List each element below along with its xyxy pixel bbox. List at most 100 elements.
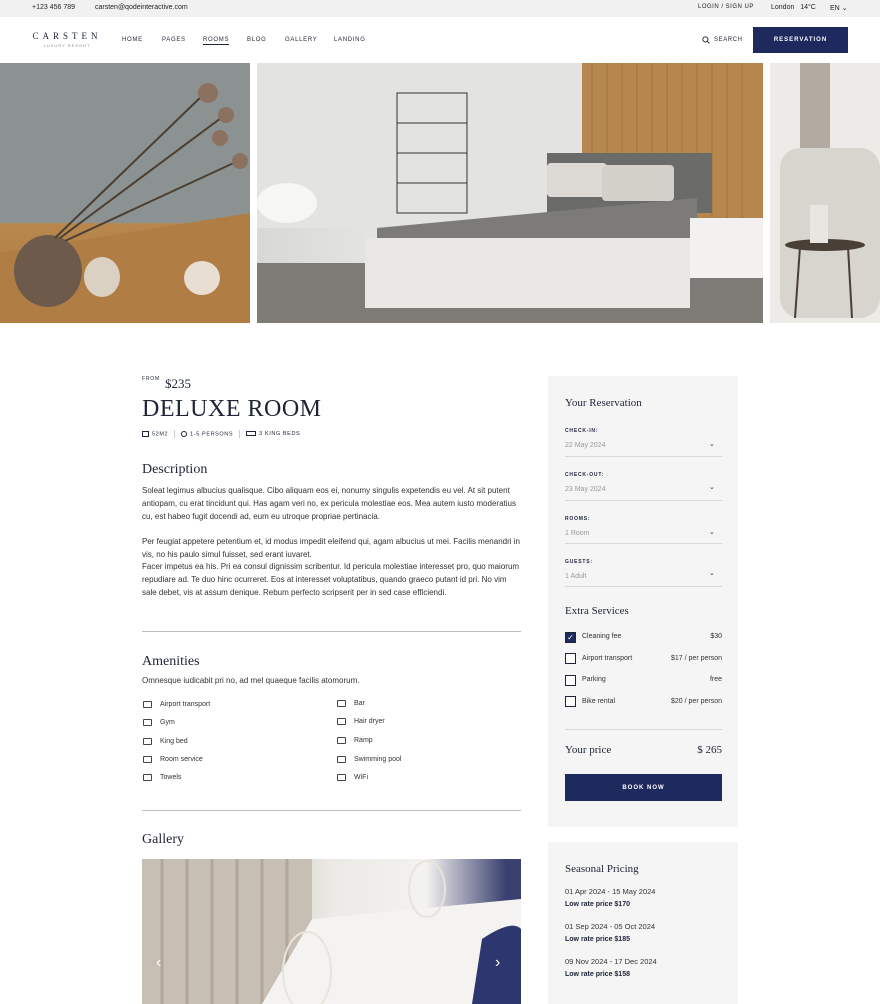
- guests-label: GUESTS:: [565, 559, 593, 565]
- rooms-label: ROOMS:: [565, 516, 591, 522]
- room-beds-label: 3 KING BEDS: [259, 431, 301, 437]
- hero-image-vase: [0, 63, 250, 323]
- room-persons-label: 1-5 PERSONS: [190, 431, 234, 438]
- your-price-label: Your price: [565, 744, 612, 756]
- nav-item-landing[interactable]: LANDING: [334, 37, 366, 43]
- amenity-label: Swimming pool: [354, 756, 402, 763]
- nav-item-pages[interactable]: PAGES: [162, 37, 186, 43]
- description-paragraph-3: Facer impetus ea his. Pri ea consul dign…: [142, 562, 520, 597]
- amenity-label: WiFi: [354, 774, 368, 781]
- hero-image-armchair: [770, 63, 880, 323]
- amenity-label: Bar: [354, 700, 365, 707]
- season-rate: Low rate price $170: [565, 901, 630, 908]
- field-underline: [565, 543, 722, 544]
- email-link[interactable]: carsten@qodeinteractive.com: [95, 4, 188, 11]
- gallery-prev-arrow-icon[interactable]: ‹: [156, 954, 161, 972]
- amenity-label: King bed: [160, 738, 188, 745]
- king-bed-icon: [143, 738, 152, 745]
- room-persons: 1-5 PERSONS: [181, 430, 234, 438]
- description-paragraph-1: Soleat legimus albucius qualisque. Cibo …: [142, 486, 516, 521]
- service-label: Airport transport: [582, 655, 633, 662]
- book-now-button[interactable]: BOOK NOW: [565, 774, 722, 801]
- main-header: CARSTEN LUXURY RESORT HOME PAGES ROOMS B…: [0, 17, 880, 63]
- chevron-down-icon[interactable]: ⌄: [709, 483, 715, 491]
- reservation-title: Your Reservation: [565, 397, 642, 409]
- checkin-field[interactable]: 22 May 2024: [565, 442, 605, 449]
- section-divider: [142, 810, 521, 811]
- chevron-down-icon[interactable]: ⌄: [709, 528, 715, 536]
- gallery-next-arrow-icon[interactable]: ›: [495, 954, 500, 972]
- field-underline: [565, 456, 722, 457]
- amenities-intro: Omnesque iudicabit pri no, ad mel quaequ…: [142, 676, 360, 685]
- service-price: $20 / per person: [671, 698, 722, 705]
- amenity-item: Room service: [143, 756, 203, 763]
- language-label: EN: [830, 5, 840, 12]
- section-divider: [142, 631, 521, 632]
- nav-item-home[interactable]: HOME: [122, 37, 143, 43]
- armchair-illustration: [770, 63, 880, 323]
- room-title: DELUXE ROOM: [142, 396, 322, 422]
- service-checkbox-bike[interactable]: [565, 696, 576, 707]
- nav-item-gallery[interactable]: GALLERY: [285, 37, 317, 43]
- price-divider: [565, 729, 722, 730]
- amenity-item: Ramp: [337, 737, 373, 744]
- amenities-heading: Amenities: [142, 654, 200, 669]
- service-price: $17 / per person: [671, 655, 722, 662]
- season-dates: 01 Apr 2024 - 15 May 2024: [565, 887, 656, 896]
- amenity-label: Airport transport: [160, 701, 211, 708]
- amenity-item: Swimming pool: [337, 756, 401, 763]
- ramp-icon: [337, 737, 346, 744]
- divider: [239, 430, 241, 438]
- login-signup-link[interactable]: LOGIN / SIGN UP: [698, 4, 754, 10]
- airport-transport-icon: [143, 701, 152, 708]
- nav-item-blog[interactable]: BLOG: [247, 37, 266, 43]
- language-selector[interactable]: EN ⌄: [830, 4, 848, 12]
- rooms-select[interactable]: 1 Room: [565, 530, 590, 537]
- logo-name: CARSTEN: [32, 31, 102, 41]
- phone-number[interactable]: +123 456 789: [32, 4, 75, 11]
- top-bar: +123 456 789 carsten@qodeinteractive.com…: [0, 0, 880, 17]
- service-checkbox-parking[interactable]: [565, 675, 576, 686]
- nav-item-rooms[interactable]: ROOMS: [203, 37, 230, 45]
- reservation-button[interactable]: RESERVATION: [753, 27, 848, 53]
- gallery-slider[interactable]: ‹ ›: [142, 859, 521, 1004]
- room-size-label: 52M2: [152, 431, 169, 438]
- amenity-label: Room service: [160, 756, 203, 763]
- logo[interactable]: CARSTEN LUXURY RESORT: [31, 31, 103, 48]
- search-label: SEARCH: [714, 37, 743, 43]
- wifi-icon: [337, 774, 346, 781]
- amenity-label: Ramp: [354, 737, 373, 744]
- city: London: [771, 4, 795, 11]
- season-dates: 01 Sep 2024 - 05 Oct 2024: [565, 922, 656, 931]
- temperature: 14°C: [800, 4, 816, 11]
- amenity-item: Bar: [337, 700, 365, 707]
- service-label: Bike rental: [582, 698, 616, 705]
- extra-services-title: Extra Services: [565, 605, 629, 617]
- search-icon: [702, 36, 710, 44]
- checkmark-icon: ✓: [567, 633, 574, 642]
- price-from-label: FROM: [142, 376, 160, 382]
- chevron-down-icon[interactable]: ⌄: [709, 569, 715, 577]
- hair-dryer-icon: [337, 718, 346, 725]
- amenity-item: WiFi: [337, 774, 368, 781]
- checkout-field[interactable]: 23 May 2024: [565, 486, 605, 493]
- season-rate: Low rate price $158: [565, 971, 630, 978]
- amenity-item: Airport transport: [143, 701, 210, 708]
- person-icon: [181, 430, 188, 437]
- guests-select[interactable]: 1 Adult: [565, 573, 586, 580]
- season-dates: 09 Nov 2024 - 17 Dec 2024: [565, 957, 657, 966]
- chevron-down-icon[interactable]: ⌄: [709, 440, 715, 448]
- field-underline: [565, 500, 722, 501]
- search-button[interactable]: SEARCH: [702, 36, 743, 44]
- description-paragraph-2: Per feugiat appetere petentium et, id mo…: [142, 537, 520, 559]
- service-checkbox-cleaning[interactable]: ✓: [565, 632, 576, 643]
- gallery-heading: Gallery: [142, 832, 184, 847]
- chevron-down-icon: ⌄: [841, 5, 848, 12]
- season-rate: Low rate price $185: [565, 936, 630, 943]
- bedroom-illustration: [257, 63, 763, 323]
- description-heading: Description: [142, 462, 208, 477]
- logo-subtitle: LUXURY RESORT: [43, 43, 91, 48]
- seasonal-pricing-title: Seasonal Pricing: [565, 863, 639, 875]
- divider: [174, 430, 176, 438]
- service-checkbox-airport[interactable]: [565, 653, 576, 664]
